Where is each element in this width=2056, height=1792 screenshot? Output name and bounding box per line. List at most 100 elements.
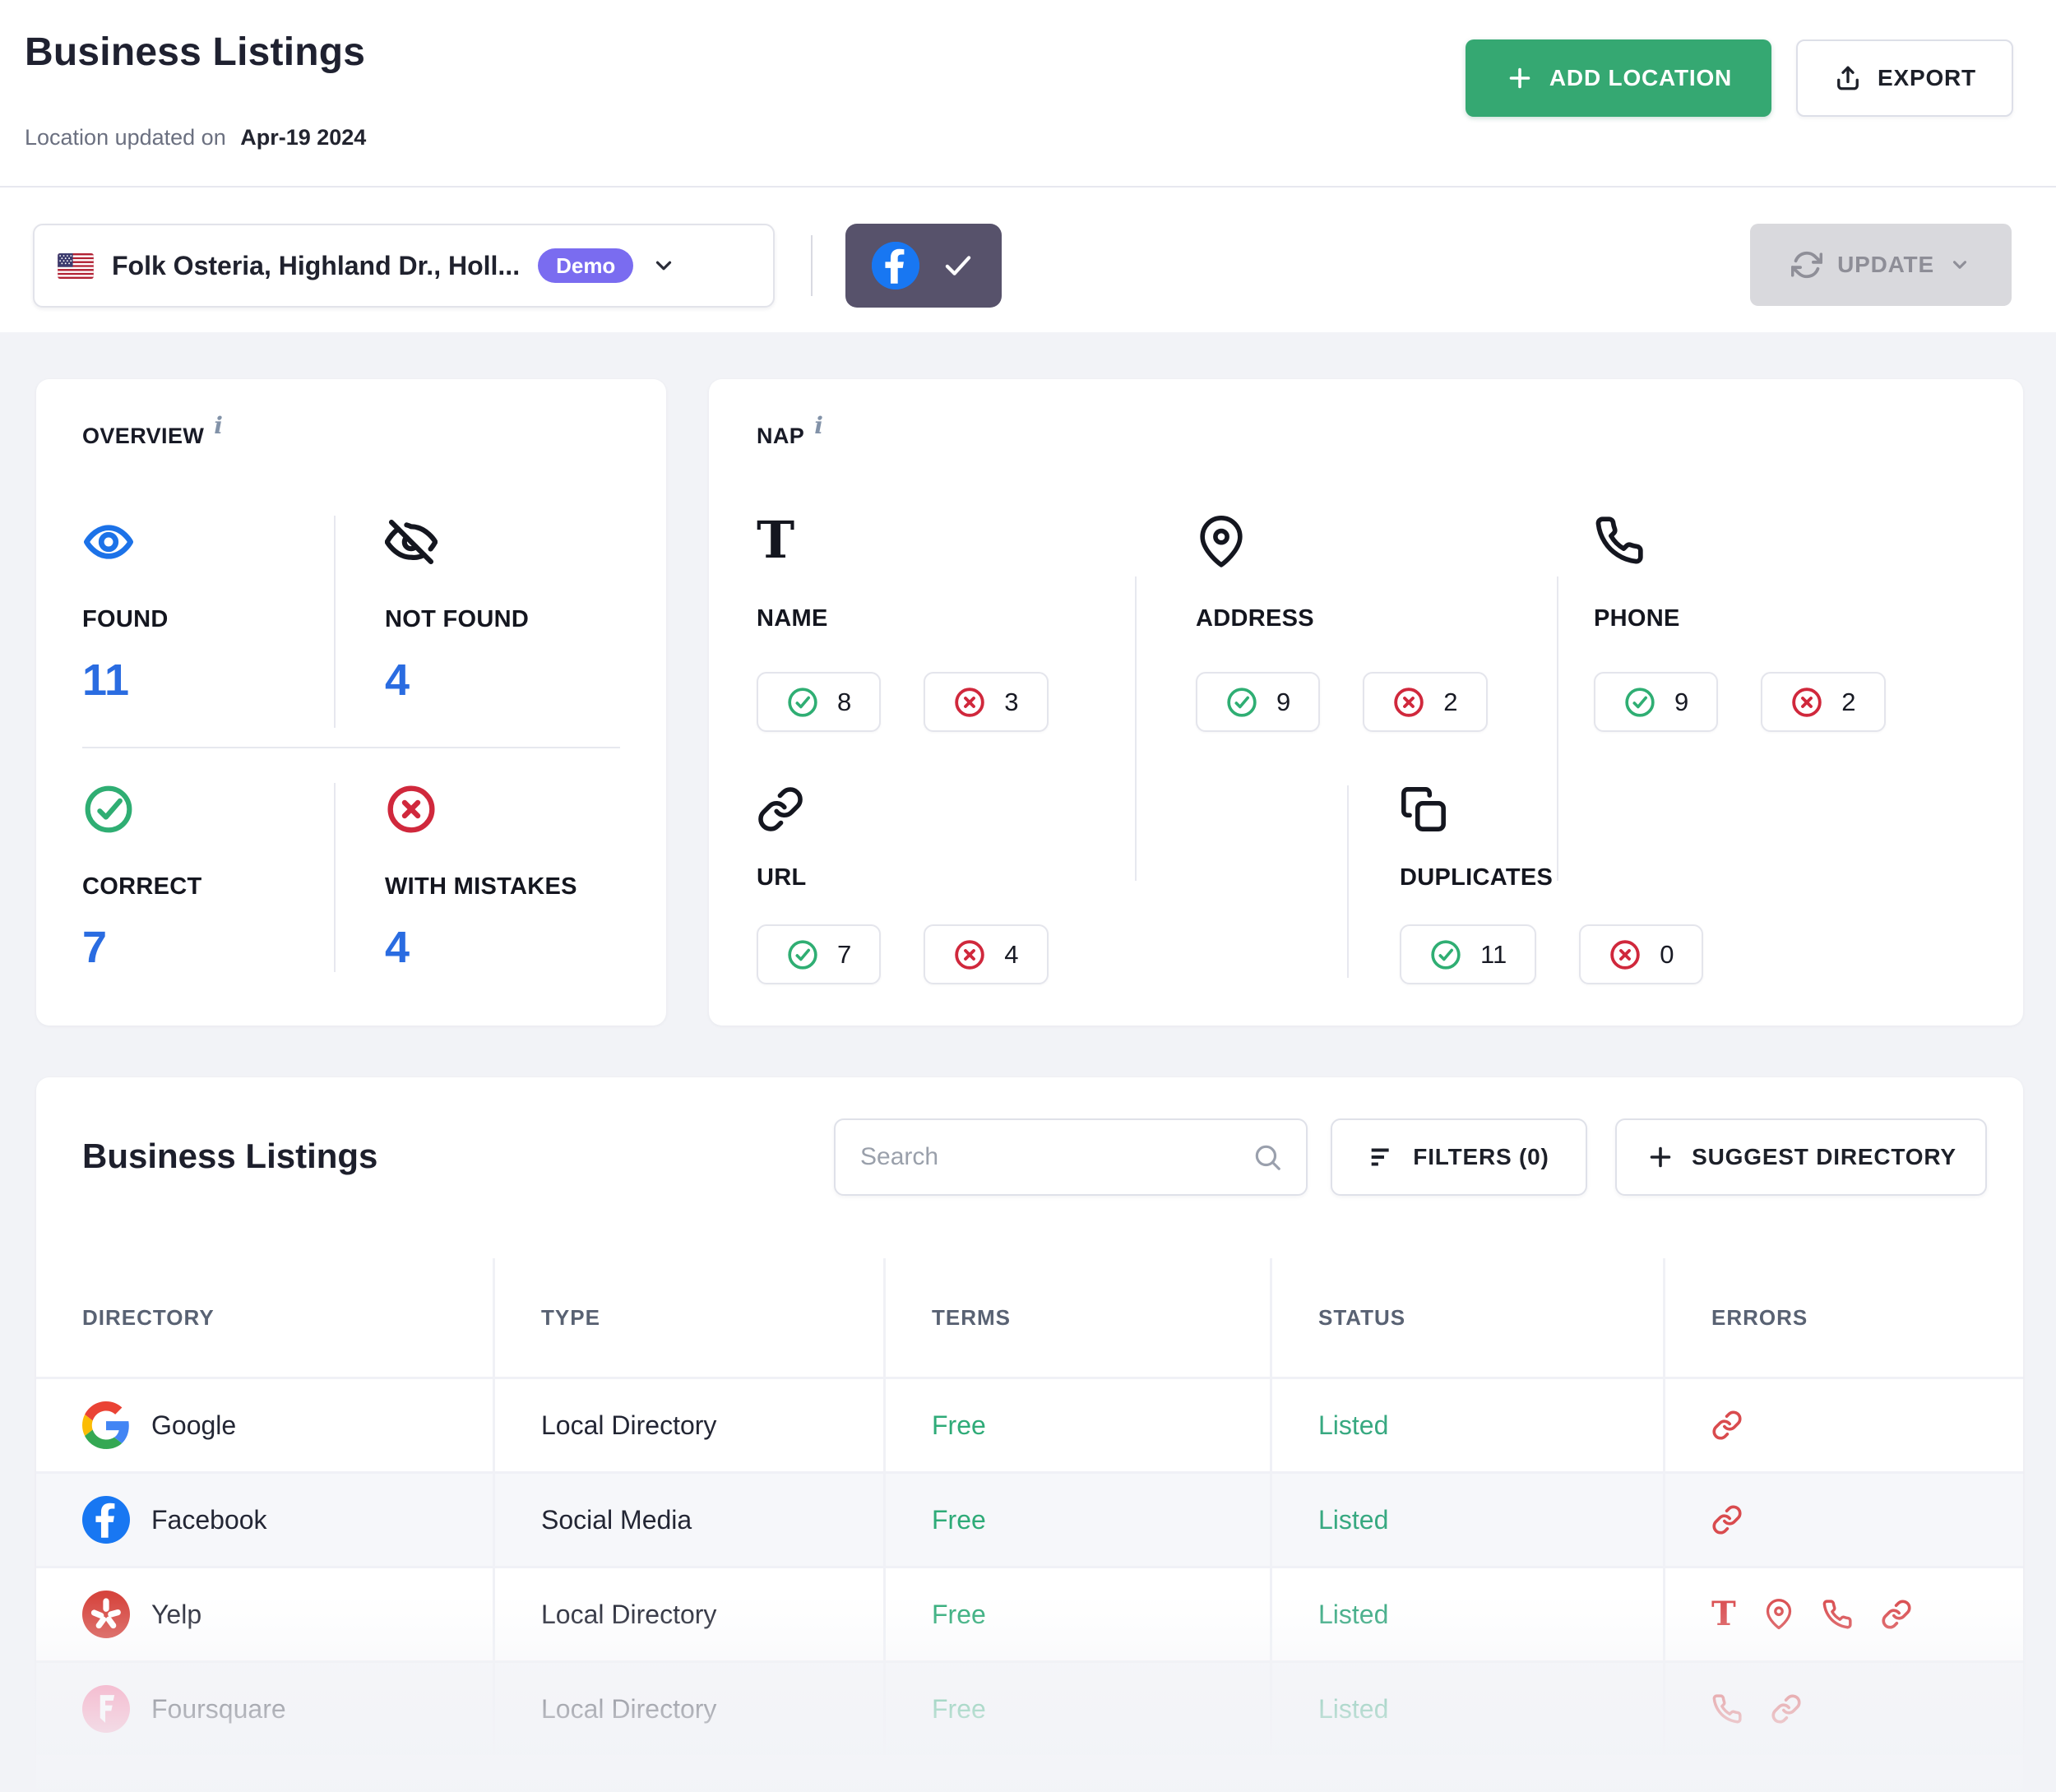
- location-updated-date: Apr-19 2024: [240, 125, 366, 150]
- x-circle-icon: [1790, 686, 1823, 719]
- foursquare-icon: [82, 1685, 130, 1733]
- check-circle-icon: [786, 938, 819, 971]
- suggest-directory-button[interactable]: SUGGEST DIRECTORY: [1615, 1118, 1987, 1196]
- stat-label: WITH MISTAKES: [385, 873, 656, 901]
- facebook-icon: [872, 242, 919, 289]
- eye-off-icon: [385, 516, 632, 570]
- error-count-pill: 2: [1761, 672, 1885, 732]
- check-icon: [941, 248, 975, 283]
- table-row-facebook-directory[interactable]: Facebook: [36, 1474, 493, 1566]
- column-header-errors: ERRORS: [1665, 1258, 2023, 1377]
- location-selector[interactable]: Folk Osteria, Highland Dr., Holl... Demo: [33, 224, 775, 308]
- info-icon[interactable]: i: [814, 412, 823, 439]
- phone-error-icon: [1711, 1693, 1743, 1725]
- table-cell-errors: [1665, 1663, 2023, 1755]
- facebook-icon: [82, 1496, 130, 1544]
- nap-title: NAPi: [757, 422, 823, 449]
- map-pin-icon: [1196, 515, 1488, 574]
- table-row-google-directory[interactable]: Google: [36, 1379, 493, 1471]
- table-cell-type: Local Directory: [495, 1663, 883, 1755]
- circle-check-icon: [82, 783, 329, 837]
- location-updated-label: Location updated on: [25, 125, 226, 150]
- directory-name: Yelp: [151, 1600, 201, 1630]
- nap-phone: PHONE 9 2: [1594, 515, 1886, 732]
- add-location-button[interactable]: ADD LOCATION: [1466, 39, 1771, 117]
- column-header-directory: DIRECTORY: [36, 1258, 493, 1377]
- plus-icon: [1646, 1142, 1675, 1172]
- filters-label: FILTERS (0): [1413, 1144, 1549, 1170]
- eye-icon: [82, 516, 329, 570]
- overview-divider: [334, 516, 336, 728]
- search-input[interactable]: [859, 1142, 1252, 1172]
- column-header-terms: TERMS: [886, 1258, 1270, 1377]
- listings-title: Business Listings: [82, 1137, 377, 1176]
- table-cell-terms: Free: [886, 1663, 1270, 1755]
- phone-error-icon: [1822, 1599, 1853, 1630]
- table-row-foursquare-directory[interactable]: Foursquare: [36, 1663, 493, 1755]
- add-location-label: ADD LOCATION: [1549, 65, 1732, 91]
- stat-found: FOUND 11: [82, 516, 329, 706]
- nap-label: URL: [757, 864, 1049, 891]
- overview-divider: [334, 783, 336, 972]
- table-cell-terms: Free: [886, 1568, 1270, 1660]
- info-icon[interactable]: i: [214, 412, 223, 439]
- x-circle-icon: [1392, 686, 1425, 719]
- table-cell-type: Social Media: [495, 1474, 883, 1566]
- table-cell-type: Local Directory: [495, 1568, 883, 1660]
- correct-count-pill: 7: [757, 924, 881, 984]
- x-circle-icon: [953, 938, 986, 971]
- listings-table: DIRECTORY TYPE TERMS STATUS ERRORS Googl…: [36, 1258, 2023, 1755]
- nap-label: ADDRESS: [1196, 605, 1488, 632]
- facebook-filter-toggle[interactable]: [845, 224, 1002, 308]
- correct-count-pill: 9: [1196, 672, 1320, 732]
- correct-count-pill: 11: [1400, 924, 1536, 984]
- update-label: UPDATE: [1837, 252, 1934, 278]
- chevron-down-icon: [651, 253, 676, 278]
- table-row-yelp-directory[interactable]: Yelp: [36, 1568, 493, 1660]
- url-error-icon: [1881, 1599, 1912, 1630]
- link-icon: [757, 785, 1049, 840]
- demo-badge: Demo: [538, 248, 633, 283]
- search-icon: [1252, 1141, 1283, 1173]
- table-cell-terms: Free: [886, 1379, 1270, 1471]
- nap-url: URL 7 4: [757, 785, 1049, 984]
- chevron-down-icon: [1949, 254, 1970, 276]
- nap-label: NAME: [757, 605, 1049, 632]
- address-error-icon: [1764, 1598, 1794, 1631]
- check-circle-icon: [1225, 686, 1258, 719]
- nap-duplicates: DUPLICATES 11 0: [1400, 785, 1703, 984]
- location-updated-text: Location updated on Apr-19 2024: [25, 125, 366, 150]
- table-cell-errors: T: [1665, 1568, 2023, 1660]
- stat-value: 4: [385, 655, 632, 706]
- nap-label: DUPLICATES: [1400, 864, 1703, 891]
- name-error-icon: T: [1711, 1598, 1736, 1632]
- correct-count-pill: 8: [757, 672, 881, 732]
- nap-divider: [1135, 576, 1137, 881]
- top-header: Business Listings Location updated on Ap…: [0, 0, 2056, 332]
- page-title: Business Listings: [25, 30, 365, 75]
- stat-value: 4: [385, 922, 656, 973]
- overview-card: OVERVIEWi FOUND 11 NOT FOUND 4 CORRECT 7…: [36, 379, 666, 1026]
- nap-divider: [1347, 785, 1349, 978]
- url-error-icon: [1711, 1504, 1743, 1535]
- stat-correct: CORRECT 7: [82, 783, 329, 973]
- stat-value: 11: [82, 655, 329, 706]
- error-count-pill: 3: [924, 672, 1048, 732]
- filters-button[interactable]: FILTERS (0): [1331, 1118, 1587, 1196]
- correct-count-pill: 9: [1594, 672, 1718, 732]
- table-cell-errors: [1665, 1379, 2023, 1471]
- export-button[interactable]: EXPORT: [1796, 39, 2013, 117]
- directory-name: Foursquare: [151, 1694, 286, 1725]
- directory-name: Facebook: [151, 1505, 267, 1535]
- nap-name: T NAME 8 3: [757, 515, 1049, 732]
- table-cell-status: Listed: [1272, 1568, 1663, 1660]
- update-button[interactable]: UPDATE: [1750, 224, 2012, 306]
- header-divider: [0, 186, 2056, 188]
- business-listings-card: Business Listings FILTERS (0) SUGGEST DI…: [36, 1077, 2023, 1792]
- table-cell-type: Local Directory: [495, 1379, 883, 1471]
- nap-label: PHONE: [1594, 605, 1886, 632]
- stat-label: FOUND: [82, 606, 329, 633]
- stat-label: NOT FOUND: [385, 606, 632, 633]
- overview-title: OVERVIEWi: [82, 422, 223, 449]
- check-circle-icon: [786, 686, 819, 719]
